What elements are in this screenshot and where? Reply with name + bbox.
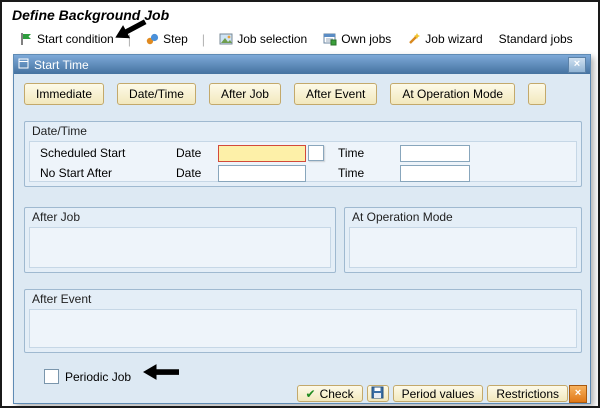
dialog-footer: ✔ Check Period values Restrictions (296, 385, 568, 402)
input-help-icon[interactable] (308, 145, 324, 161)
after-job-button[interactable]: After Job (208, 83, 281, 105)
toolbar-item-own-jobs[interactable]: Own jobs (320, 31, 394, 47)
sap-window: Define Background Job Start condition | … (0, 0, 600, 408)
date-label: Date (176, 146, 202, 160)
toolbar-label: Own jobs (341, 32, 392, 46)
photo-icon (219, 32, 233, 46)
page-title: Define Background Job (12, 7, 170, 23)
group-body (29, 309, 577, 348)
application-toolbar: Start condition | Step | Job selection O… (16, 29, 592, 49)
toolbar-item-job-selection[interactable]: Job selection (216, 31, 310, 47)
group-body (29, 227, 331, 268)
cancel-icon[interactable]: × (569, 385, 587, 403)
group-title: At Operation Mode (352, 210, 453, 224)
immediate-button[interactable]: Immediate (24, 83, 105, 105)
time-label: Time (338, 146, 365, 160)
no-start-after-row: No Start After Date Time (40, 163, 470, 183)
periodic-job-label: Periodic Job (65, 369, 132, 384)
time-label: Time (338, 166, 365, 180)
toolbar-label: Standard jobs (498, 32, 573, 46)
step-icon (145, 32, 159, 46)
toolbar-label: Job wizard (425, 32, 483, 46)
date-label: Date (176, 166, 202, 180)
dialog-icon (18, 58, 29, 72)
group-after-event: After Event (24, 289, 582, 353)
own-jobs-icon (323, 32, 337, 46)
toolbar-item-step[interactable]: Step (142, 31, 191, 47)
toolbar-label: Start condition (37, 32, 114, 46)
group-after-job: After Job (24, 207, 336, 273)
group-body (349, 227, 577, 268)
check-label: Check (319, 386, 354, 401)
periodic-job-row: Periodic Job (44, 369, 131, 384)
date-time-button[interactable]: Date/Time (117, 83, 196, 105)
period-values-button[interactable]: Period values (392, 385, 484, 402)
periodic-job-checkbox[interactable] (44, 369, 59, 384)
scheduled-start-time-field[interactable] (400, 144, 470, 162)
toolbar-item-job-wizard[interactable]: Job wizard (404, 31, 485, 47)
dialog-titlebar[interactable]: Start Time × (14, 55, 590, 74)
no-start-after-time-field[interactable] (400, 164, 470, 182)
save-button[interactable] (366, 385, 389, 402)
restrictions-button[interactable]: Restrictions (487, 385, 568, 402)
toolbar-item-standard-jobs[interactable]: Standard jobs (496, 31, 576, 47)
toolbar-label: Job selection (237, 32, 308, 46)
no-start-after-label: No Start After (40, 166, 113, 180)
check-icon: ✔ (305, 386, 316, 401)
more-button[interactable] (528, 83, 547, 105)
flag-icon (19, 32, 33, 46)
close-icon[interactable]: × (568, 56, 586, 73)
wizard-icon (407, 32, 421, 46)
check-button[interactable]: ✔ Check (296, 385, 363, 402)
start-time-dialog: Start Time × Immediate Date/Time After J… (13, 54, 591, 404)
group-date-time: Date/Time Scheduled Start Date Time No S… (24, 121, 582, 187)
group-body: Scheduled Start Date Time No Start After… (29, 141, 577, 182)
start-type-button-row: Immediate Date/Time After Job After Even… (24, 83, 547, 105)
after-event-button[interactable]: After Event (293, 83, 378, 105)
toolbar-label: Step (163, 32, 188, 46)
group-title: After Job (32, 210, 81, 224)
annotation-arrow-periodic-job (143, 364, 179, 383)
scheduled-start-date-field[interactable] (218, 144, 306, 162)
save-icon (371, 386, 384, 402)
group-title: After Event (32, 292, 92, 306)
toolbar-separator: | (201, 31, 206, 47)
scheduled-start-row: Scheduled Start Date Time (40, 143, 470, 163)
group-at-operation-mode: At Operation Mode (344, 207, 582, 273)
group-title: Date/Time (32, 124, 87, 138)
scheduled-start-label: Scheduled Start (40, 146, 126, 160)
dialog-title: Start Time (34, 57, 89, 72)
toolbar-item-start-condition[interactable]: Start condition (16, 31, 117, 47)
at-operation-mode-button[interactable]: At Operation Mode (390, 83, 516, 105)
no-start-after-date-field[interactable] (218, 164, 306, 182)
